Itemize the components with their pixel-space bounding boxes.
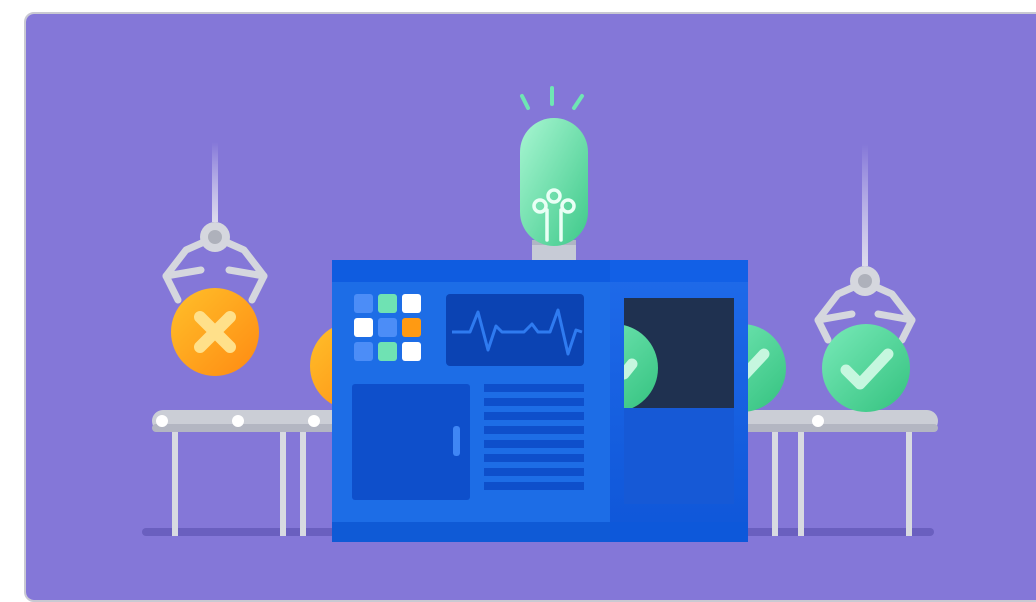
illustration-card — [24, 12, 1036, 602]
monitor-screen — [446, 294, 584, 366]
reject-x-icon — [171, 288, 259, 376]
approved-check-icon — [822, 324, 910, 412]
machine-door — [352, 384, 470, 500]
door-handle — [453, 426, 460, 456]
factory-machine — [332, 260, 748, 542]
control-buttons — [354, 294, 421, 361]
factory-illustration — [26, 14, 1036, 600]
